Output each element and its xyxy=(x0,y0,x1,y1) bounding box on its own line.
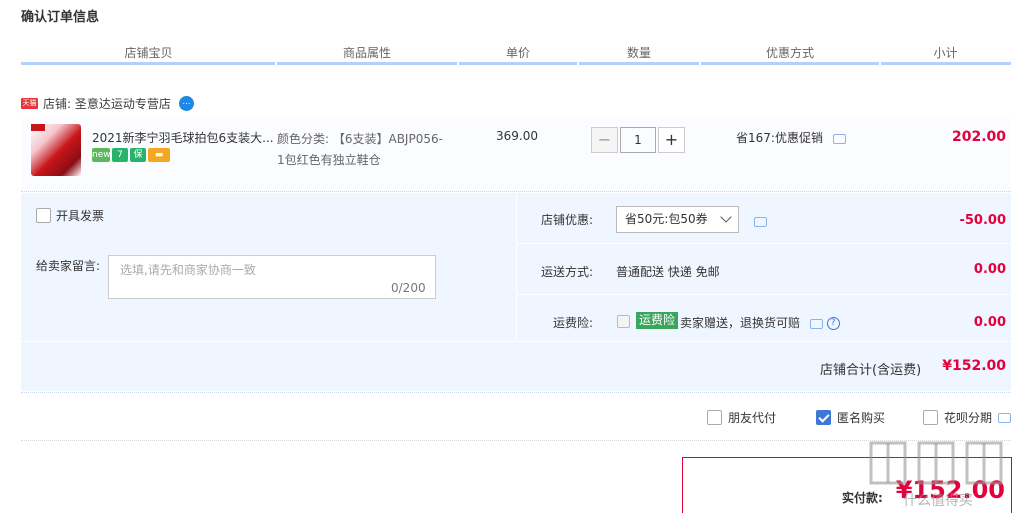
header-sep xyxy=(879,60,881,65)
quantity-input[interactable]: 1 xyxy=(620,127,656,153)
attr-line-1: 颜色分类: 【6支装】ABJP056- xyxy=(277,132,443,146)
increase-button[interactable]: + xyxy=(658,127,685,153)
invoice-option[interactable]: 开具发票 xyxy=(36,207,104,224)
svg-text:什么值得买: 什么值得买 xyxy=(903,492,973,508)
attr-line-2: 1包红色有独立鞋仓 xyxy=(277,153,381,167)
shop-total-value: ¥152.00 xyxy=(942,358,1006,374)
page-title: 确认订单信息 xyxy=(21,10,100,25)
help-icon[interactable]: ? xyxy=(826,317,840,330)
message-label: 给卖家留言: xyxy=(36,259,101,273)
panel-divider xyxy=(21,341,1011,342)
shop-row: 天猫 店铺: 圣意达运动专营店 ⋯ xyxy=(21,93,194,113)
anonymous-checkbox[interactable] xyxy=(816,410,831,425)
credit-card-icon: ▬ xyxy=(148,148,170,162)
new-icon: new xyxy=(92,148,111,162)
item-service-icons: new 7 保 ▬ xyxy=(92,148,170,162)
shipping-label: 运送方式: xyxy=(541,265,594,279)
tmall-icon: 天猫 xyxy=(21,97,38,109)
anonymous-label: 匿名购买 xyxy=(837,411,886,425)
shop-discount-value: 省50元:包50券 xyxy=(625,212,708,226)
invoice-label: 开具发票 xyxy=(56,209,105,223)
unit-price: 369.00 xyxy=(496,129,538,143)
header-sep xyxy=(457,60,459,65)
message-placeholder: 选填,请先和商家协商一致 xyxy=(120,263,256,277)
shop-discount-label: 店铺优惠: xyxy=(541,213,594,227)
chevron-down-icon xyxy=(720,211,732,223)
shop-discount-select[interactable]: 省50元:包50券 xyxy=(616,206,739,233)
friend-pay-label: 朋友代付 xyxy=(728,411,777,425)
insurance-text: 卖家赠送，退换货可赔 ? xyxy=(680,314,840,331)
shop-discount-amount: -50.00 xyxy=(959,213,1006,228)
comment-icon[interactable] xyxy=(754,216,767,227)
promo-label: 省167:优惠促销 xyxy=(736,131,823,145)
7-day-return-icon: 7 xyxy=(112,148,128,162)
huabei-checkbox[interactable] xyxy=(923,410,938,425)
watermark-logo: 什么值得买 xyxy=(869,441,1003,508)
insurance-checkbox xyxy=(617,315,630,328)
panel-divider xyxy=(517,243,1011,244)
header-attributes: 商品属性 xyxy=(342,46,391,60)
shop-name-link[interactable]: 店铺: 圣意达运动专营店 xyxy=(43,95,171,112)
item-subtotal: 202.00 xyxy=(951,129,1006,145)
comment-icon[interactable] xyxy=(809,318,823,329)
header-divider xyxy=(21,62,1011,65)
decrease-button[interactable]: − xyxy=(591,127,618,153)
item-attributes: 颜色分类: 【6支装】ABJP056- 1包红色有独立鞋仓 xyxy=(277,129,467,171)
guarantee-icon: 保 xyxy=(130,148,146,162)
header-sep xyxy=(699,60,701,65)
message-counter: 0/200 xyxy=(391,281,426,295)
comment-icon[interactable] xyxy=(832,133,846,144)
shipping-value: 普通配送 快递 免邮 xyxy=(616,265,720,279)
quantity-stepper: − 1 + xyxy=(591,127,685,153)
header-subtotal: 小计 xyxy=(933,46,958,60)
comment-icon[interactable] xyxy=(998,412,1012,423)
insurance-tag: 运费险 xyxy=(636,312,679,329)
friend-pay-option[interactable]: 朋友代付 xyxy=(707,409,776,426)
header-unit-price: 单价 xyxy=(505,46,530,60)
huabei-label: 花呗分期 xyxy=(944,411,993,425)
aliwangwang-icon[interactable]: ⋯ xyxy=(178,95,194,111)
panel-divider xyxy=(517,294,1011,295)
shop-total-label: 店铺合计(含运费) xyxy=(820,363,922,378)
panel-divider xyxy=(516,193,517,341)
header-quantity: 数量 xyxy=(626,46,651,60)
shipping-amount: 0.00 xyxy=(973,262,1006,277)
insurance-amount: 0.00 xyxy=(973,315,1006,330)
item-thumbnail[interactable] xyxy=(31,124,81,176)
huabei-option[interactable]: 花呗分期 xyxy=(923,409,1012,426)
header-discount: 优惠方式 xyxy=(765,46,814,60)
divider xyxy=(21,392,1011,393)
thumbnail-badge xyxy=(31,124,45,131)
insurance-desc: 卖家赠送，退换货可赔 xyxy=(680,316,801,330)
header-sep xyxy=(577,60,579,65)
friend-pay-checkbox[interactable] xyxy=(707,410,722,425)
header-shop-item: 店铺宝贝 xyxy=(124,46,173,60)
anonymous-option[interactable]: 匿名购买 xyxy=(816,409,885,426)
promo-text: 省167:优惠促销 xyxy=(736,129,846,146)
invoice-checkbox[interactable] xyxy=(36,208,51,223)
header-sep xyxy=(275,60,277,65)
item-name-link[interactable]: 2021新李宁羽毛球拍包6支装大... xyxy=(92,129,274,146)
insurance-label: 运费险: xyxy=(553,316,594,330)
